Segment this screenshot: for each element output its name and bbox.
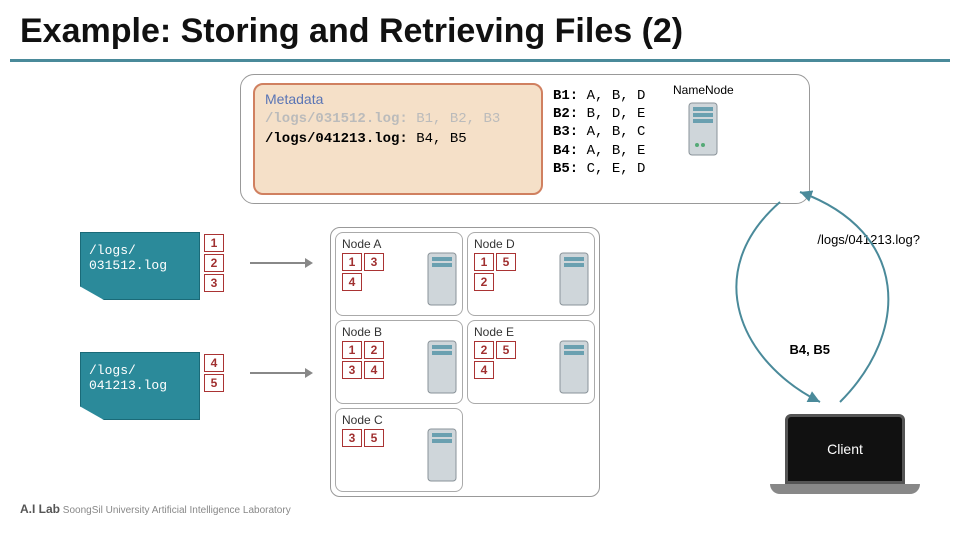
client-label: Client <box>827 441 863 457</box>
file2-path-l1: /logs/ <box>89 363 191 378</box>
block-chip: 2 <box>474 273 494 291</box>
client: Client <box>770 414 920 494</box>
block-chip: 3 <box>204 274 224 292</box>
bmap-nodes-0: A, B, D <box>587 88 646 104</box>
laptop-screen: Client <box>785 414 905 484</box>
file1-path-l2: 031512.log <box>89 258 191 273</box>
node-e-label: Node E <box>474 325 588 339</box>
node-d: Node D 1 5 2 <box>467 232 595 316</box>
block-chip: 1 <box>204 234 224 252</box>
block-chip: 2 <box>474 341 494 359</box>
bmap-id-2: B3: <box>553 124 578 140</box>
block-chip: 1 <box>342 341 362 359</box>
server-icon <box>558 339 590 395</box>
bmap-id-1: B2: <box>553 106 578 122</box>
node-b: Node B 1 2 3 4 <box>335 320 463 404</box>
bmap-nodes-1: B, D, E <box>587 106 646 122</box>
block-chip: 5 <box>364 429 384 447</box>
block-chip: 1 <box>342 253 362 271</box>
metadata-label: Metadata <box>265 91 531 107</box>
node-d-label: Node D <box>474 237 588 251</box>
server-icon <box>558 251 590 307</box>
bmap-nodes-2: A, B, C <box>587 124 646 140</box>
block-chip: 3 <box>342 429 362 447</box>
block-chip: 4 <box>474 361 494 379</box>
namenode: NameNode <box>673 83 734 195</box>
meta-line2-path: /logs/041213.log: <box>265 131 408 147</box>
query-text: /logs/041213.log? <box>817 232 920 247</box>
footer-brand: A.I Lab <box>20 502 60 516</box>
meta-line1-blocks: B1, B2, B3 <box>416 111 500 127</box>
node-e: Node E 2 5 4 <box>467 320 595 404</box>
file2-blocks: 4 5 <box>204 354 224 392</box>
file-tag-1: /logs/ 031512.log <box>80 232 200 300</box>
node-a-label: Node A <box>342 237 456 251</box>
server-icon <box>426 339 458 395</box>
server-icon <box>426 427 458 483</box>
block-chip: 2 <box>204 254 224 272</box>
file-tag-2: /logs/ 041213.log <box>80 352 200 420</box>
node-b-label: Node B <box>342 325 456 339</box>
block-chip: 1 <box>474 253 494 271</box>
bmap-id-3: B4: <box>553 143 578 159</box>
server-icon <box>426 251 458 307</box>
bmap-nodes-4: C, E, D <box>587 161 646 177</box>
diagram-canvas: Metadata /logs/031512.log: B1, B2, B3 /l… <box>0 62 960 522</box>
bmap-id-0: B1: <box>553 88 578 104</box>
block-chip: 4 <box>364 361 384 379</box>
metadata-line-1: /logs/031512.log: B1, B2, B3 <box>265 111 531 127</box>
metadata-box: Metadata /logs/031512.log: B1, B2, B3 /l… <box>240 74 810 204</box>
block-chip: 5 <box>496 341 516 359</box>
block-chip: 5 <box>496 253 516 271</box>
response-text: B4, B5 <box>790 342 830 357</box>
block-chip: 3 <box>342 361 362 379</box>
block-chip: 4 <box>342 273 362 291</box>
arrow-icon <box>250 372 310 374</box>
slide-title: Example: Storing and Retrieving Files (2… <box>0 0 960 59</box>
datanode-cluster: Node A 1 3 4 Node D 1 5 2 Node B 1 2 3 <box>330 227 600 497</box>
block-map: B1: A, B, D B2: B, D, E B3: A, B, C B4: … <box>553 83 663 195</box>
metadata-inner: Metadata /logs/031512.log: B1, B2, B3 /l… <box>253 83 543 195</box>
node-a: Node A 1 3 4 <box>335 232 463 316</box>
namenode-label: NameNode <box>673 83 734 97</box>
file1-blocks: 1 2 3 <box>204 234 224 292</box>
meta-line1-path: /logs/031512.log: <box>265 111 408 127</box>
block-chip: 5 <box>204 374 224 392</box>
footer-sub: SoongSil University Artificial Intellige… <box>63 505 291 516</box>
node-c-label: Node C <box>342 413 456 427</box>
node-c: Node C 3 5 <box>335 408 463 492</box>
bmap-nodes-3: A, B, E <box>587 143 646 159</box>
meta-line2-blocks: B4, B5 <box>416 131 466 147</box>
arrow-icon <box>250 262 310 264</box>
file2-path-l2: 041213.log <box>89 378 191 393</box>
block-chip: 2 <box>364 341 384 359</box>
server-icon <box>687 101 719 157</box>
footer: A.I Lab SoongSil University Artificial I… <box>20 502 291 516</box>
metadata-line-2: /logs/041213.log: B4, B5 <box>265 131 531 147</box>
bmap-id-4: B5: <box>553 161 578 177</box>
block-chip: 3 <box>364 253 384 271</box>
file1-path-l1: /logs/ <box>89 243 191 258</box>
block-chip: 4 <box>204 354 224 372</box>
laptop-base <box>770 484 920 494</box>
